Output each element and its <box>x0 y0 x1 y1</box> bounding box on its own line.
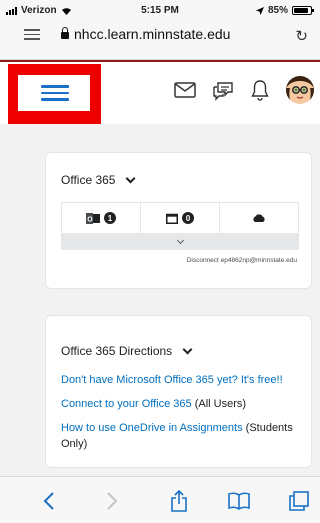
tabs-icon <box>289 491 309 511</box>
browser-chrome: Verizon 5:15 PM 85% nhcc.learn.minnstate… <box>0 0 320 60</box>
chevron-right-icon <box>107 492 118 510</box>
directions-links: Don't have Microsoft Office 365 yet? It'… <box>61 372 306 460</box>
bell-icon[interactable] <box>250 79 270 101</box>
chat-icon[interactable] <box>212 79 234 101</box>
bookmarks-button[interactable] <box>228 490 250 512</box>
forward-button[interactable] <box>101 490 123 512</box>
calendar-cell[interactable]: 0 <box>140 203 219 233</box>
share-button[interactable] <box>168 490 190 512</box>
outlook-icon: O <box>86 212 100 224</box>
directions-item-2: Connect to your Office 365 (All Users) <box>61 396 306 412</box>
reload-icon[interactable]: ↻ <box>295 27 308 45</box>
connect-office365-audience: (All Users) <box>191 398 247 410</box>
menu-icon[interactable] <box>41 85 69 101</box>
book-icon <box>228 492 250 510</box>
mail-count-badge: 1 <box>104 212 116 224</box>
browser-toolbar <box>0 476 320 523</box>
calendar-icon <box>166 213 178 224</box>
office365-widget: Office 365 O 1 0 Disconnect ep4862np@min… <box>45 152 312 289</box>
chevron-down-icon[interactable] <box>126 173 136 183</box>
battery-icon <box>292 6 314 15</box>
office365-directions-widget: Office 365 Directions Don't have Microso… <box>45 315 312 468</box>
tabs-button[interactable] <box>288 490 310 512</box>
mail-icon[interactable] <box>174 82 196 98</box>
directions-title-text: Office 365 Directions <box>61 344 173 358</box>
share-icon <box>171 490 187 512</box>
chevron-left-icon <box>43 492 54 510</box>
battery-percent: 85% <box>267 5 288 16</box>
outlook-mail-cell[interactable]: O 1 <box>62 203 140 233</box>
calendar-count-badge: 0 <box>182 212 194 224</box>
chevron-down-icon <box>176 236 184 244</box>
site-navbar <box>0 60 320 124</box>
nav-icons <box>174 76 314 104</box>
url-bar[interactable]: nhcc.learn.minnstate.edu ↻ <box>24 21 320 49</box>
url-text[interactable]: nhcc.learn.minnstate.edu <box>61 26 230 42</box>
menu-highlight <box>8 64 101 124</box>
lock-icon <box>61 27 69 39</box>
office365-cells: O 1 0 <box>61 202 299 233</box>
office365-title[interactable]: Office 365 <box>61 173 136 187</box>
onedrive-cloud-icon <box>253 214 265 222</box>
svg-text:O: O <box>87 216 93 223</box>
expand-summary-button[interactable] <box>61 233 299 250</box>
url-label: nhcc.learn.minnstate.edu <box>74 26 231 42</box>
menu-button[interactable] <box>18 75 90 111</box>
onedrive-assignments-link[interactable]: How to use OneDrive in Assignments <box>61 422 243 434</box>
office365-summary: O 1 0 <box>61 202 299 250</box>
directions-item-1: Don't have Microsoft Office 365 yet? It'… <box>61 372 306 388</box>
back-button[interactable] <box>38 490 60 512</box>
avatar[interactable] <box>286 76 314 104</box>
directions-title[interactable]: Office 365 Directions <box>61 344 193 358</box>
status-bar: Verizon 5:15 PM 85% <box>0 3 320 19</box>
free-office365-link[interactable]: Don't have Microsoft Office 365 yet? It'… <box>61 374 283 386</box>
disconnect-link[interactable]: Disconnect ep4862np@minnstate.edu <box>187 257 297 264</box>
location-icon <box>255 6 264 15</box>
reader-mode-icon[interactable] <box>24 29 40 41</box>
chevron-down-icon[interactable] <box>182 344 193 354</box>
onedrive-cell[interactable] <box>219 203 298 233</box>
connect-office365-link[interactable]: Connect to your Office 365 <box>61 398 192 410</box>
directions-item-3: How to use OneDrive in Assignments (Stud… <box>61 420 306 452</box>
office365-title-text: Office 365 <box>61 173 116 187</box>
battery-group: 85% <box>255 5 314 16</box>
